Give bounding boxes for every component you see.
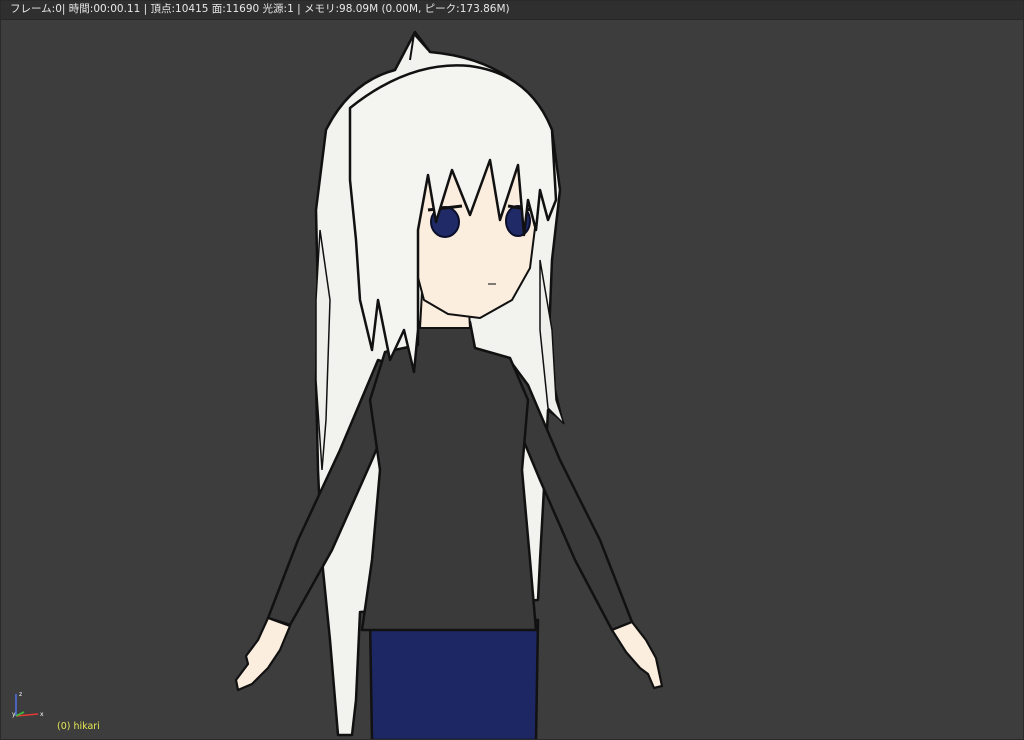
axis-y-label: y	[12, 711, 16, 718]
character-right-hand	[610, 620, 664, 690]
active-object-label: (0) hikari	[57, 721, 100, 732]
3d-viewport[interactable]: フレーム:0| 時間:00:00.11 | 頂点:10415 面:11690 光…	[0, 0, 1024, 740]
axis-x-label: x	[40, 711, 44, 718]
character-pants	[368, 618, 540, 740]
character-shirt	[360, 320, 538, 632]
character-model[interactable]	[0, 0, 1024, 740]
axis-z-label: z	[19, 691, 22, 698]
character-left-hand	[234, 616, 292, 692]
axis-gizmo[interactable]: z x y	[6, 686, 50, 722]
